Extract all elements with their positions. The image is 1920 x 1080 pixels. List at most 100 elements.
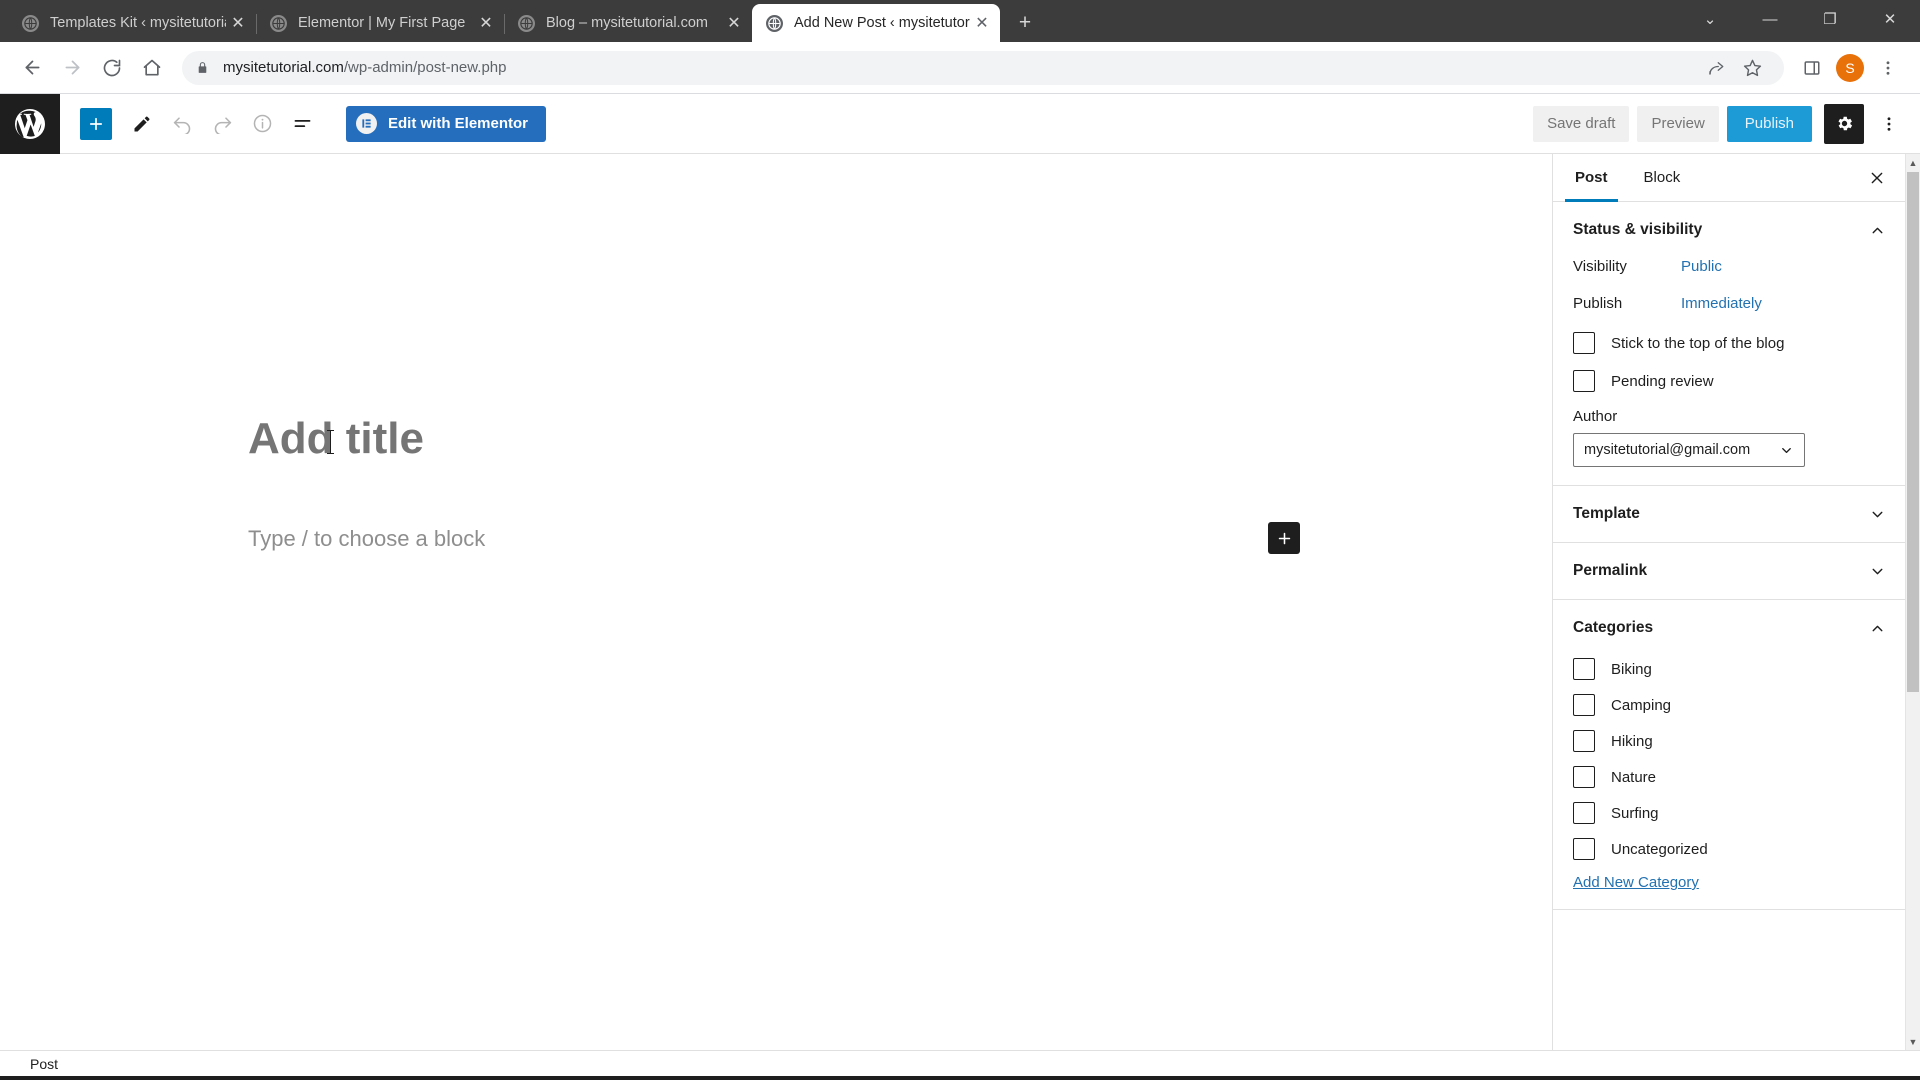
checkbox-box[interactable] [1573,838,1595,860]
chevron-down-icon[interactable] [1869,563,1886,580]
panel-permalink: Permalink [1553,543,1906,600]
address-bar[interactable]: mysitetutorial.com/wp-admin/post-new.php [182,50,1784,86]
editor-canvas[interactable]: Add title Type / to choose a block [0,154,1552,1050]
wordpress-logo[interactable] [0,93,60,154]
category-list: Biking Camping Hiking Nature Surfing Unc… [1573,656,1886,909]
share-icon[interactable] [1698,50,1734,86]
window-controls: ⌄ — ❐ ✕ [1680,0,1920,38]
avatar[interactable]: S [1836,53,1864,82]
sidebar-tabs: Post Block [1553,154,1906,202]
info-icon[interactable] [244,106,280,142]
checkbox-box[interactable] [1573,730,1595,752]
list-view-icon[interactable] [284,106,320,142]
chevron-up-icon[interactable] [1869,222,1886,239]
tab-search-icon[interactable]: ⌄ [1680,0,1740,38]
tab-close-icon[interactable]: ✕ [970,11,994,35]
forward-icon[interactable] [52,48,92,88]
tab-title: Blog – mysitetutorial.com [546,15,708,31]
preview-button[interactable]: Preview [1637,105,1719,142]
browser-tab[interactable]: Blog – mysitetutorial.com ✕ [504,4,753,42]
tab-close-icon[interactable]: ✕ [226,11,250,35]
checkbox-box[interactable] [1573,332,1595,354]
add-new-category-link[interactable]: Add New Category [1573,874,1886,891]
chevron-down-icon[interactable] [1869,506,1886,523]
globe-icon [518,14,535,32]
panel-template: Template [1553,486,1906,543]
star-icon[interactable] [1734,50,1770,86]
panel-title: Permalink [1573,562,1648,579]
author-select[interactable]: mysitetutorial@gmail.com [1573,433,1805,467]
breadcrumb[interactable]: Post [30,1056,58,1072]
redo-icon[interactable] [204,106,240,142]
visibility-label: Visibility [1573,258,1627,275]
category-item-camping[interactable]: Camping [1573,694,1886,716]
checkbox-box[interactable] [1573,766,1595,788]
checkbox-box[interactable] [1573,694,1595,716]
tab-block[interactable]: Block [1626,154,1699,201]
settings-sidebar: Post Block Status & visibility Visibilit… [1552,154,1920,1050]
back-icon[interactable] [12,48,52,88]
scroll-up-icon[interactable]: ▲ [1906,154,1920,171]
panel-title: Categories [1573,619,1654,636]
browser-tab[interactable]: Templates Kit ‹ mysitetutorial.com ✕ [8,4,257,42]
scroll-down-icon[interactable]: ▼ [1906,1033,1920,1050]
tab-close-icon[interactable]: ✕ [722,11,746,35]
home-icon[interactable] [132,48,172,88]
checkbox-pending-review[interactable]: Pending review [1573,370,1886,392]
author-label: Author [1573,408,1618,425]
elementor-button-label: Edit with Elementor [388,115,529,132]
checkbox-sticky[interactable]: Stick to the top of the blog [1573,332,1886,354]
panel-header[interactable]: Permalink [1573,543,1886,599]
panel-categories: Categories Biking Camping Hiking Nature … [1553,600,1906,910]
category-item-biking[interactable]: Biking [1573,658,1886,680]
save-draft-button[interactable]: Save draft [1533,105,1630,142]
category-label: Nature [1611,768,1657,786]
wordpress-editor: Edit with Elementor Save draft Preview P… [0,93,1920,1080]
tab-post[interactable]: Post [1557,154,1626,202]
sidebar-scrollbar[interactable]: ▲ ▼ [1905,154,1920,1050]
panel-header[interactable]: Template [1573,486,1886,542]
inline-block-inserter-button[interactable] [1268,522,1300,554]
browser-tab-active[interactable]: Add New Post ‹ mysitetutorial.co ✕ [752,4,1000,42]
panel-body: Visibility Public Publish Immediately St… [1573,258,1886,485]
publish-button[interactable]: Publish [1726,105,1812,142]
gear-icon[interactable] [1824,103,1864,144]
undo-icon[interactable] [164,106,200,142]
category-item-uncategorized[interactable]: Uncategorized [1573,838,1886,860]
chevron-up-icon[interactable] [1869,620,1886,637]
close-icon[interactable] [1858,159,1896,197]
new-tab-button[interactable]: + [1008,6,1042,40]
minimize-button[interactable]: — [1740,0,1800,38]
browser-tab[interactable]: Elementor | My First Page ✕ [256,4,505,42]
side-panel-icon[interactable] [1792,48,1832,88]
checkbox-box[interactable] [1573,658,1595,680]
checkbox-box[interactable] [1573,370,1595,392]
panel-header[interactable]: Status & visibility [1573,202,1886,258]
kebab-icon[interactable] [1872,104,1906,144]
publish-value-button[interactable]: Immediately [1681,295,1762,312]
close-window-button[interactable]: ✕ [1860,0,1920,38]
category-item-surfing[interactable]: Surfing [1573,802,1886,824]
category-item-nature[interactable]: Nature [1573,766,1886,788]
maximize-button[interactable]: ❐ [1800,0,1860,38]
sidebar-scroll-area: Post Block Status & visibility Visibilit… [1553,154,1920,1050]
globe-icon [766,14,783,32]
visibility-value-button[interactable]: Public [1681,258,1722,275]
scrollbar-thumb[interactable] [1907,172,1919,692]
category-item-hiking[interactable]: Hiking [1573,730,1886,752]
url-path: /wp-admin/post-new.php [343,59,507,76]
header-tools-left: Edit with Elementor [60,105,547,142]
kebab-icon[interactable] [1868,48,1908,88]
post-title-input[interactable]: Add title [248,414,424,464]
pencil-icon[interactable] [124,106,160,142]
chevron-down-icon [1779,443,1794,458]
panel-header[interactable]: Categories [1573,600,1886,656]
block-placeholder-text[interactable]: Type / to choose a block [248,526,485,552]
tab-close-icon[interactable]: ✕ [474,11,498,35]
panel-status-visibility: Status & visibility Visibility Public Pu… [1553,202,1906,486]
block-inserter-button[interactable] [80,107,112,140]
edit-with-elementor-button[interactable]: Edit with Elementor [346,105,547,142]
checkbox-box[interactable] [1573,802,1595,824]
reload-icon[interactable] [92,48,132,88]
editor-header: Edit with Elementor Save draft Preview P… [0,93,1920,154]
